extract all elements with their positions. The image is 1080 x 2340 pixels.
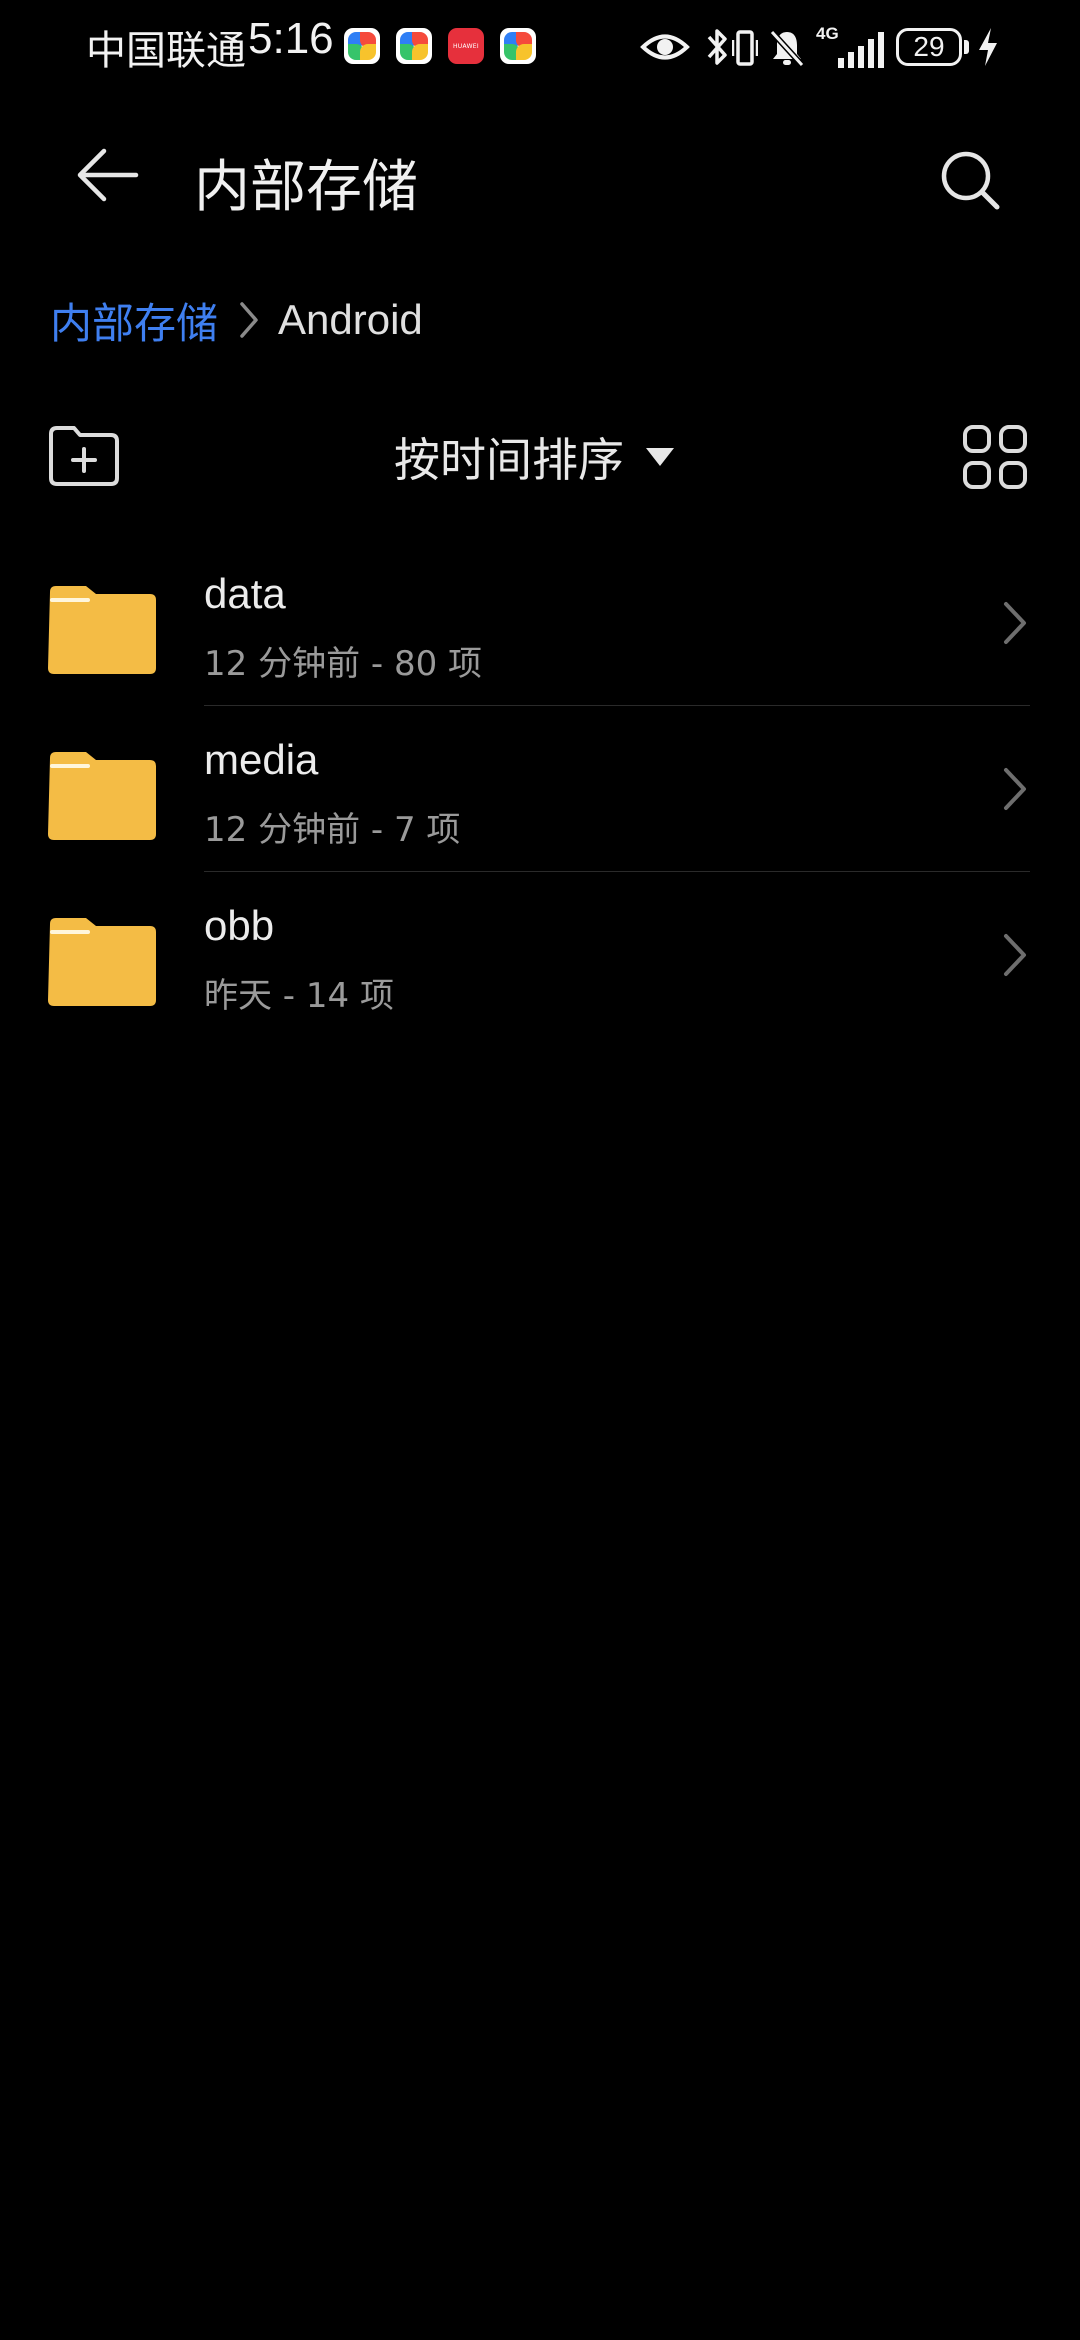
chevron-right-icon	[238, 300, 260, 340]
mute-bell-icon	[769, 29, 805, 68]
chevron-right-icon	[1004, 934, 1026, 976]
battery-tip	[964, 40, 969, 54]
notification-icons: HUAWEI	[344, 28, 536, 64]
folder-row-media[interactable]: media 12 分钟前 - 7 项	[0, 706, 1080, 872]
folder-row-obb[interactable]: obb 昨天 - 14 项	[0, 872, 1080, 1038]
breadcrumb-root[interactable]: 内部存储	[50, 290, 218, 351]
back-button[interactable]	[62, 130, 152, 220]
breadcrumb: 内部存储 Android	[50, 290, 423, 350]
file-list: data 12 分钟前 - 80 项 media 12 分钟前 - 7 项 ob…	[0, 540, 1080, 1038]
chevron-right-icon	[1004, 768, 1026, 810]
grid-view-icon	[963, 425, 1027, 489]
chevron-right-icon	[1004, 602, 1026, 644]
new-folder-button[interactable]	[46, 422, 122, 488]
huawei-badge-text: HUAWEI	[453, 42, 479, 50]
folder-meta: 12 分钟前 - 80 项	[204, 644, 483, 684]
huawei-app-icon: HUAWEI	[448, 28, 484, 64]
folder-icon	[48, 918, 156, 1006]
folder-name: media	[204, 736, 319, 783]
battery-level: 29	[913, 31, 945, 62]
breadcrumb-current[interactable]: Android	[278, 296, 423, 344]
sort-label: 按时间排序	[394, 433, 624, 487]
status-bar: 中国联通 5:16 HUAWEI 4G 29	[0, 0, 1080, 100]
vibrate-icon	[732, 30, 758, 66]
carrier-name: 中国联通	[86, 28, 246, 74]
search-icon	[941, 151, 1000, 210]
folder-row-data[interactable]: data 12 分钟前 - 80 项	[0, 540, 1080, 706]
app-notification-icon	[344, 28, 380, 64]
charging-icon	[979, 28, 997, 66]
status-clock: 5:16	[248, 14, 334, 63]
folder-icon	[48, 586, 156, 674]
signal-strength-icon	[838, 32, 884, 68]
app-notification-icon	[396, 28, 432, 64]
system-icons: 4G 29	[640, 24, 1010, 74]
view-toggle-button[interactable]	[962, 424, 1028, 490]
folder-icon	[48, 752, 156, 840]
back-arrow-icon	[77, 148, 139, 202]
folder-name: data	[204, 570, 286, 617]
eye-comfort-icon	[640, 34, 690, 60]
folder-meta: 昨天 - 14 项	[204, 976, 394, 1016]
new-folder-icon	[49, 426, 119, 486]
app-notification-icon	[500, 28, 536, 64]
bluetooth-icon	[707, 29, 727, 65]
sort-dropdown[interactable]: 按时间排序	[394, 424, 674, 490]
search-button[interactable]	[926, 136, 1016, 226]
battery-icon: 29	[896, 28, 962, 66]
folder-name: obb	[204, 902, 275, 949]
page-title: 内部存储	[194, 155, 418, 220]
folder-meta: 12 分钟前 - 7 项	[204, 810, 461, 850]
caret-down-icon	[646, 448, 674, 466]
